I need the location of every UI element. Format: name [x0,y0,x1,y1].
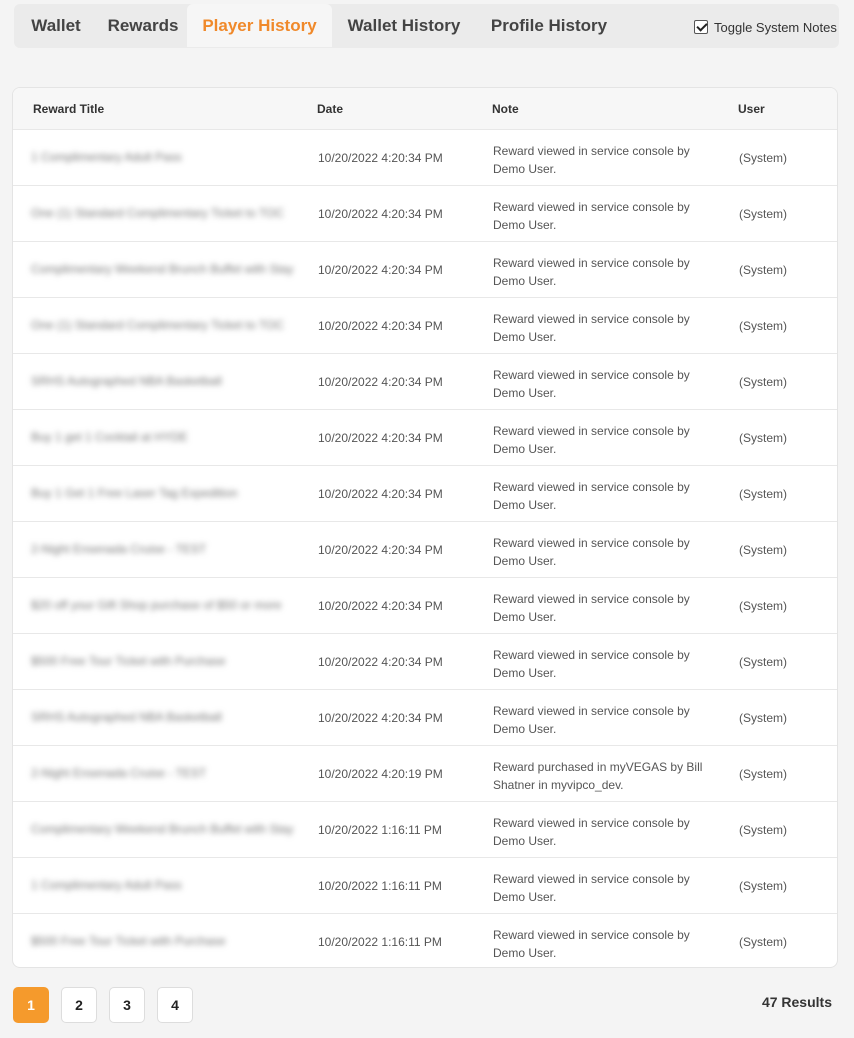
reward-title-cell: $500 Free Tour Ticket with Purchase [31,934,226,948]
note-cell: Reward viewed in service console by Demo… [493,480,690,512]
header-user: User [738,102,765,116]
note-cell: Reward viewed in service console by Demo… [493,312,690,344]
table-row[interactable]: Complimentary Weekend Brunch Buffet with… [13,801,837,857]
note-cell: Reward viewed in service console by Demo… [493,424,690,456]
date-cell: 10/20/2022 4:20:34 PM [318,263,443,277]
reward-title-cell: 1 Complimentary Adult Pass [31,150,182,164]
date-cell: 10/20/2022 4:20:19 PM [318,767,443,781]
date-cell: 10/20/2022 4:20:34 PM [318,487,443,501]
table-row[interactable]: $20 off your Gift Shop purchase of $50 o… [13,577,837,633]
table-row[interactable]: One (1) Standard Complimentary Ticket to… [13,185,837,241]
reward-title-cell: Complimentary Weekend Brunch Buffet with… [31,822,294,836]
user-cell: (System) [739,487,787,501]
table-row[interactable]: $500 Free Tour Ticket with Purchase 10/20… [13,633,837,689]
results-count: 47 Results [761,994,832,1010]
tab-wallet-history[interactable]: Wallet History [336,4,472,47]
user-cell: (System) [739,935,787,949]
note-cell: Reward viewed in service console by Demo… [493,704,690,736]
table-header: Reward Title Date Note User [13,88,837,129]
date-cell: 10/20/2022 4:20:34 PM [318,431,443,445]
table-row[interactable]: 2-Night Ensenada Cruise - TEST 10/20/2022… [13,745,837,801]
date-cell: 10/20/2022 4:20:34 PM [318,655,443,669]
page-button-3[interactable]: 3 [109,987,145,1023]
header-note: Note [492,102,519,116]
note-cell: Reward viewed in service console by Demo… [493,928,690,960]
date-cell: 10/20/2022 4:20:34 PM [318,207,443,221]
page-button-2[interactable]: 2 [61,987,97,1023]
note-cell: Reward viewed in service console by Demo… [493,368,690,400]
reward-title-cell: Complimentary Weekend Brunch Buffet with… [31,262,294,276]
user-cell: (System) [739,263,787,277]
reward-title-cell: $500 Free Tour Ticket with Purchase [31,654,226,668]
reward-title-cell: SRHS Autographed NBA Basketball [31,374,222,388]
table-row[interactable]: 2-Night Ensenada Cruise - TEST 10/20/2022… [13,521,837,577]
user-cell: (System) [739,431,787,445]
pagination: 1234 [13,987,193,1023]
table-row[interactable]: Complimentary Weekend Brunch Buffet with… [13,241,837,297]
table-row[interactable]: $500 Free Tour Ticket with Purchase 10/20… [13,913,837,967]
tab-rewards[interactable]: Rewards [102,4,184,47]
date-cell: 10/20/2022 4:20:34 PM [318,543,443,557]
date-cell: 10/20/2022 4:20:34 PM [318,711,443,725]
header-date: Date [317,102,344,116]
date-cell: 10/20/2022 4:20:34 PM [318,599,443,613]
date-cell: 10/20/2022 4:20:34 PM [318,151,443,165]
reward-title-cell: Buy 1 get 1 Cocktail at HYDE [31,430,188,444]
date-cell: 10/20/2022 1:16:11 PM [318,823,442,837]
user-cell: (System) [739,655,787,669]
reward-title-cell: One (1) Standard Complimentary Ticket to… [31,318,284,332]
tab-player-history[interactable]: Player History [187,4,332,47]
reward-title-cell: One (1) Standard Complimentary Ticket to… [31,206,284,220]
table-row[interactable]: SRHS Autographed NBA Basketball 10/20/202… [13,353,837,409]
note-cell: Reward purchased in myVEGAS by Bill Shat… [493,760,703,792]
table-row[interactable]: SRHS Autographed NBA Basketball 10/20/202… [13,689,837,745]
date-cell: 10/20/2022 1:16:11 PM [318,935,442,949]
system-notes-checkbox[interactable] [694,20,708,34]
note-cell: Reward viewed in service console by Demo… [493,144,690,176]
user-cell: (System) [739,151,787,165]
user-cell: (System) [739,375,787,389]
note-cell: Reward viewed in service console by Demo… [493,872,690,904]
date-cell: 10/20/2022 4:20:34 PM [318,375,443,389]
tab-profile-history[interactable]: Profile History [480,4,618,47]
note-cell: Reward viewed in service console by Demo… [493,648,690,680]
user-cell: (System) [739,879,787,893]
user-cell: (System) [739,543,787,557]
tab-wallet[interactable]: Wallet [14,4,98,47]
note-cell: Reward viewed in service console by Demo… [493,536,690,568]
reward-title-cell: SRHS Autographed NBA Basketball [31,710,222,724]
date-cell: 10/20/2022 4:20:34 PM [318,319,443,333]
history-table: Reward Title Date Note User 1 Compliment… [12,87,838,968]
toggle-system-notes[interactable]: Toggle System Notes [694,18,837,36]
note-cell: Reward viewed in service console by Demo… [493,200,690,232]
header-reward-title: Reward Title [33,102,105,116]
table-row[interactable]: 1 Complimentary Adult Pass 10/20/2022 1:1… [13,857,837,913]
table-row[interactable]: 1 Complimentary Adult Pass 10/20/2022 4:2… [13,129,837,185]
note-cell: Reward viewed in service console by Demo… [493,816,690,848]
user-cell: (System) [739,319,787,333]
user-cell: (System) [739,823,787,837]
reward-title-cell: 2-Night Ensenada Cruise - TEST [31,542,207,556]
reward-title-cell: Buy 1 Get 1 Free Laser Tag Expedition [31,486,238,500]
reward-title-cell: 1 Complimentary Adult Pass [31,878,182,892]
page-button-1[interactable]: 1 [13,987,49,1023]
toggle-system-notes-label: Toggle System Notes [714,19,837,35]
note-cell: Reward viewed in service console by Demo… [493,592,690,624]
table-row[interactable]: Buy 1 get 1 Cocktail at HYDE 10/20/2022 4… [13,409,837,465]
user-cell: (System) [739,207,787,221]
reward-title-cell: $20 off your Gift Shop purchase of $50 o… [31,598,282,612]
table-row[interactable]: One (1) Standard Complimentary Ticket to… [13,297,837,353]
user-cell: (System) [739,599,787,613]
table-body: 1 Complimentary Adult Pass 10/20/2022 4:2… [13,129,837,967]
note-cell: Reward viewed in service console by Demo… [493,256,690,288]
table-row[interactable]: Buy 1 Get 1 Free Laser Tag Expedition 10/… [13,465,837,521]
date-cell: 10/20/2022 1:16:11 PM [318,879,442,893]
reward-title-cell: 2-Night Ensenada Cruise - TEST [31,766,207,780]
page-button-4[interactable]: 4 [157,987,193,1023]
user-cell: (System) [739,767,787,781]
user-cell: (System) [739,711,787,725]
